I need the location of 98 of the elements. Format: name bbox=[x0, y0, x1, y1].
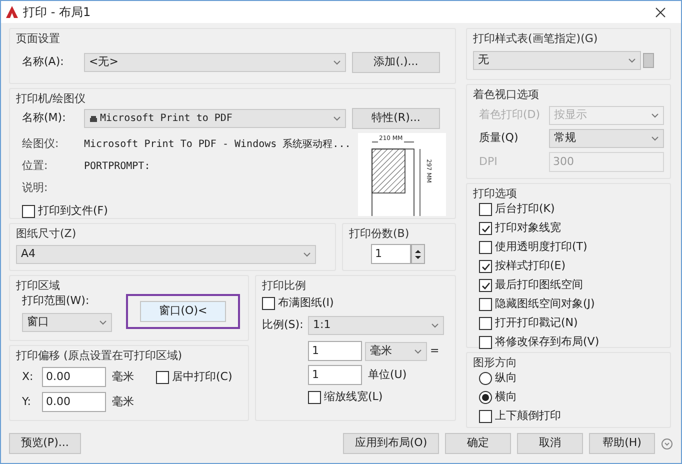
button[interactable]: 帮助(H) bbox=[589, 433, 655, 454]
field-label: 位置: bbox=[22, 158, 49, 174]
spin-arrows-icon bbox=[414, 248, 422, 260]
group-title: 打印样式表(画笔指定)(G) bbox=[473, 31, 599, 46]
radio-button[interactable] bbox=[479, 372, 492, 385]
checkbox-label: 缩放线宽(L) bbox=[324, 389, 383, 406]
radio-label: 纵向 bbox=[495, 370, 517, 386]
dropdown[interactable]: A4 bbox=[16, 245, 316, 264]
dropdown[interactable]: 1:1 bbox=[308, 316, 444, 335]
field-label: DPI bbox=[479, 154, 498, 170]
checkbox-label: 使用透明度打印(T) bbox=[495, 239, 588, 256]
chevron-down-icon bbox=[414, 348, 422, 354]
chevron-down-icon bbox=[628, 57, 636, 64]
field-label: 绘图仪: bbox=[22, 136, 60, 152]
equals-sign: = bbox=[430, 342, 440, 359]
checkbox-label: 居中打印(C) bbox=[172, 368, 232, 385]
button[interactable]: 取消 bbox=[517, 433, 583, 454]
dropdown[interactable]: <无> bbox=[84, 53, 346, 72]
field-label: 比例(S): bbox=[262, 317, 304, 334]
field-label: 打印范围(W): bbox=[22, 293, 90, 309]
field-label: 质量(Q) bbox=[479, 130, 520, 146]
field-label: 着色打印(D) bbox=[479, 107, 542, 124]
group-title: 着色视口选项 bbox=[473, 87, 540, 102]
group-title: 打印偏移 (原点设置在可打印区域) bbox=[16, 348, 184, 363]
button[interactable]: 预览(P)... bbox=[9, 433, 81, 454]
checkbox[interactable] bbox=[479, 241, 492, 254]
dropdown[interactable]: 窗口 bbox=[22, 312, 112, 332]
input-field[interactable]: 1 bbox=[308, 341, 362, 361]
expand-icon bbox=[661, 438, 673, 450]
checkbox-label: 按样式打印(E) bbox=[495, 258, 566, 274]
field-value: PORTPROMPT: bbox=[84, 160, 150, 174]
input-field[interactable]: 0.00 bbox=[42, 392, 106, 412]
checkbox-label: 打印对象线宽 bbox=[495, 220, 561, 236]
window-title: 打印 - 布局1 bbox=[23, 4, 91, 21]
input-field[interactable]: 1 bbox=[371, 244, 411, 264]
checkbox-label: 最后打印图纸空间 bbox=[495, 277, 583, 294]
checkbox[interactable] bbox=[308, 391, 321, 404]
button[interactable]: 特性(R)... bbox=[352, 108, 440, 129]
logo-icon bbox=[5, 5, 19, 19]
chevron-down-icon bbox=[99, 318, 107, 326]
close-icon bbox=[654, 6, 666, 18]
checkmark-icon bbox=[480, 224, 490, 234]
group-title: 图形方向 bbox=[473, 355, 518, 370]
dropdown[interactable]: 毫米 bbox=[365, 342, 427, 360]
unit-label: 毫米 bbox=[112, 394, 134, 410]
checkbox[interactable] bbox=[479, 336, 492, 349]
checkbox[interactable] bbox=[479, 298, 492, 311]
checkbox[interactable] bbox=[22, 205, 35, 218]
group-title: 打印选项 bbox=[473, 186, 518, 201]
group-title: 打印比例 bbox=[262, 278, 307, 293]
radio-button[interactable] bbox=[479, 391, 492, 404]
chevron-down-icon bbox=[651, 112, 659, 119]
checkbox[interactable] bbox=[479, 410, 492, 423]
printer-icon bbox=[89, 114, 98, 122]
checkbox-label: 打印到文件(F) bbox=[38, 203, 108, 220]
checkbox-label: 布满图纸(I) bbox=[278, 295, 334, 312]
button[interactable]: 窗口(O)< bbox=[140, 301, 226, 322]
chevron-down-icon bbox=[651, 135, 659, 142]
checkbox[interactable] bbox=[156, 370, 169, 384]
group-title: 图纸尺寸(Z) bbox=[16, 226, 78, 241]
dropdown[interactable]: 常规 bbox=[549, 129, 664, 148]
radio-label: 横向 bbox=[495, 389, 517, 406]
button[interactable]: 应用到布局(O) bbox=[343, 433, 439, 454]
button[interactable]: 添加(.)... bbox=[352, 52, 440, 73]
checkbox[interactable] bbox=[479, 203, 492, 216]
spinner[interactable] bbox=[411, 244, 425, 264]
group-title: 打印份数(B) bbox=[349, 226, 410, 241]
input-field[interactable]: 1 bbox=[308, 365, 362, 385]
checkbox[interactable] bbox=[479, 222, 492, 235]
unit-label: 单位(U) bbox=[368, 366, 407, 383]
checkbox-label: 将修改保存到布局(V) bbox=[495, 334, 600, 350]
dropdown[interactable]: Microsoft Print to PDF bbox=[84, 109, 346, 128]
dropdown-value: Microsoft Print to PDF bbox=[100, 112, 232, 126]
group-title: 打印机/绘图仪 bbox=[16, 91, 87, 106]
chevron-down-icon bbox=[333, 115, 341, 122]
chevron-down-icon bbox=[431, 322, 439, 329]
group-title: 打印区域 bbox=[16, 278, 61, 293]
checkbox[interactable] bbox=[479, 260, 492, 273]
field-value: Microsoft Print To PDF - Windows 系统驱动程... bbox=[84, 138, 351, 152]
checkbox-label: 隐藏图纸空间对象(J) bbox=[495, 296, 595, 312]
checkbox-label: 打开打印戳记(N) bbox=[495, 315, 578, 332]
group-title: 页面设置 bbox=[16, 31, 61, 46]
chevron-down-icon bbox=[303, 251, 311, 258]
field-label: X: bbox=[22, 368, 34, 385]
unit-label: 毫米 bbox=[112, 368, 134, 385]
checkbox[interactable] bbox=[479, 279, 492, 292]
field-label: 说明: bbox=[22, 180, 49, 196]
chevron-down-icon bbox=[333, 59, 341, 66]
dropdown[interactable]: 无 bbox=[473, 51, 641, 70]
checkbox-label: 上下颠倒打印 bbox=[495, 408, 561, 424]
field-label: Y: bbox=[22, 394, 32, 410]
checkbox-label: 后台打印(K) bbox=[495, 201, 555, 218]
checkbox[interactable] bbox=[479, 317, 492, 330]
checkbox[interactable] bbox=[262, 297, 275, 310]
input-field[interactable]: 0.00 bbox=[42, 367, 106, 387]
field-label: 名称(A): bbox=[22, 54, 65, 70]
button[interactable]: 确定 bbox=[445, 433, 511, 454]
field-label: 名称(M): bbox=[22, 110, 67, 126]
